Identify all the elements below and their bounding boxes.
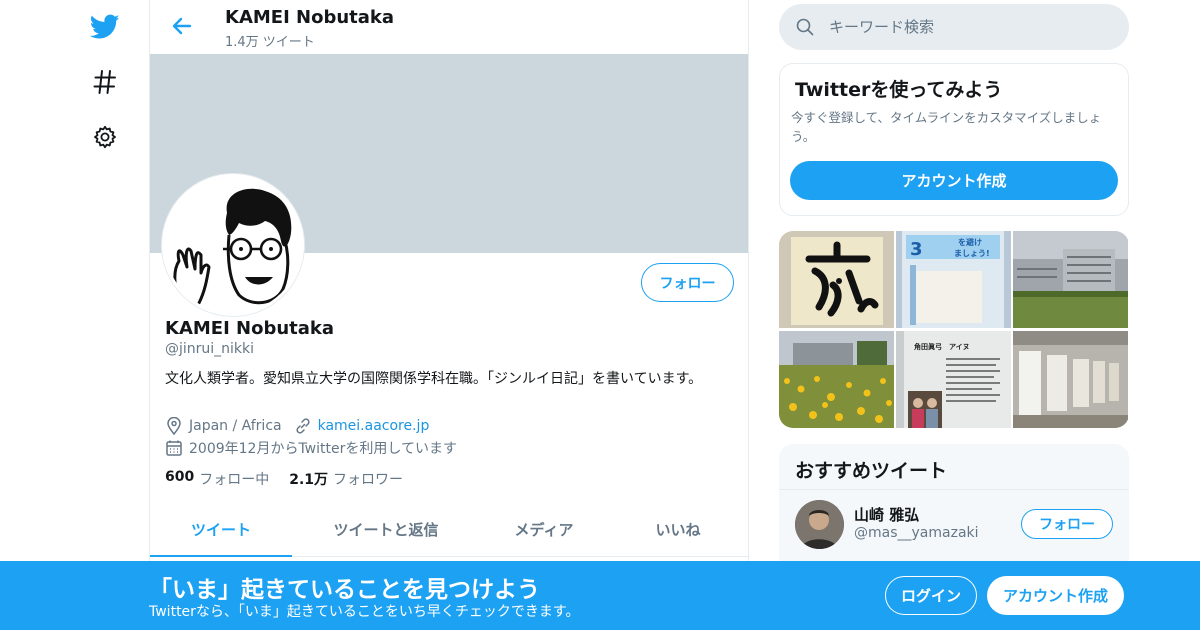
gear-icon[interactable] — [88, 120, 122, 154]
following-label[interactable]: フォロー中 — [199, 469, 269, 489]
hashtag-icon[interactable] — [88, 65, 122, 99]
left-nav — [0, 0, 150, 630]
profile-handle: @jinrui_nikki — [165, 341, 255, 357]
media-gallery: 3 を避け ましょう! 角田眞弓 アイヌ — [779, 231, 1129, 428]
create-account-button[interactable]: アカウント作成 — [790, 161, 1118, 200]
profile-joined-row: 2009年12月からTwitterを利用しています — [165, 438, 457, 458]
search-icon — [795, 17, 815, 37]
back-arrow-icon[interactable] — [168, 12, 196, 40]
sign-line-1: を避け — [958, 237, 982, 247]
profile-header: KAMEI Nobutaka 1.4万 ツイート — [150, 0, 748, 54]
profile-location: Japan / Africa — [189, 418, 282, 434]
poster-title: 角田眞弓 アイヌ — [914, 342, 970, 351]
profile-bio: 文化人類学者。愛知県立大学の国際関係学科在職。「ジンルイ日記」を書いています。 — [165, 371, 703, 387]
header-profile-name: KAMEI Nobutaka — [225, 7, 395, 28]
recommended-user-avatar[interactable] — [795, 500, 844, 549]
bottom-bar-subtitle: Twitterなら、「いま」起きていることをいち早くチェックできます。 — [149, 604, 580, 620]
tab-likes[interactable]: いいね — [608, 503, 748, 556]
media-thumbnail[interactable]: 3 を避け ましょう! — [896, 231, 1011, 328]
recommended-tweets-card: おすすめツイート 山崎 雅弘 @mas__yamazaki フォロー — [779, 444, 1129, 574]
calendar-icon — [165, 439, 183, 457]
signup-button[interactable]: アカウント作成 — [987, 576, 1124, 615]
location-pin-icon — [165, 417, 183, 435]
tab-tweets-and-replies[interactable]: ツイートと返信 — [292, 503, 480, 556]
profile-website-link[interactable]: kamei.aacore.jp — [318, 418, 430, 434]
tab-tweets[interactable]: ツイート — [150, 503, 292, 557]
sign-number: 3 — [910, 239, 923, 260]
media-thumbnail[interactable] — [779, 231, 894, 328]
profile-avatar[interactable] — [162, 174, 304, 316]
sign-line-2: ましょう! — [954, 249, 990, 258]
recommended-follow-button[interactable]: フォロー — [1021, 509, 1113, 539]
signup-card-description: 今すぐ登録して、タイムラインをカスタマイズしましょう。 — [791, 110, 1102, 144]
search-input[interactable] — [829, 18, 1109, 36]
login-button[interactable]: ログイン — [885, 576, 977, 615]
signup-card: Twitterを使ってみよう 今すぐ登録して、タイムラインをカスタマイズしましょ… — [779, 63, 1129, 216]
bottom-signup-bar: 「いま」起きていることを見つけよう Twitterなら、「いま」起きていることを… — [0, 561, 1200, 630]
follow-button[interactable]: フォロー — [641, 263, 734, 302]
recommended-title: おすすめツイート — [795, 460, 948, 482]
link-icon — [294, 417, 312, 435]
media-thumbnail[interactable] — [1013, 331, 1128, 428]
recommended-user-handle: @mas__yamazaki — [854, 525, 979, 541]
header-tweet-count: 1.4万 ツイート — [225, 35, 315, 50]
following-count[interactable]: 600 — [165, 469, 194, 489]
profile-stats: 600 フォロー中 2.1万 フォロワー — [165, 469, 423, 489]
signup-card-title: Twitterを使ってみよう — [795, 79, 1003, 101]
profile-location-row: Japan / Africa kamei.aacore.jp — [165, 417, 429, 435]
profile-tabs: ツイート ツイートと返信 メディア いいね — [150, 503, 748, 557]
search-bar[interactable] — [779, 4, 1129, 50]
divider — [779, 489, 1129, 490]
profile-name: KAMEI Nobutaka — [165, 318, 335, 339]
media-thumbnail[interactable]: 角田眞弓 アイヌ — [896, 331, 1011, 428]
profile-joined-date: 2009年12月からTwitterを利用しています — [189, 441, 457, 457]
media-thumbnail[interactable] — [779, 331, 894, 428]
tab-media[interactable]: メディア — [480, 503, 608, 556]
twitter-logo-icon[interactable] — [88, 10, 122, 44]
followers-count[interactable]: 2.1万 — [289, 469, 328, 489]
profile-column: KAMEI Nobutaka 1.4万 ツイート フォロー KAMEI Nobu… — [149, 0, 749, 630]
followers-label[interactable]: フォロワー — [333, 469, 403, 489]
recommended-user-name: 山崎 雅弘 — [854, 506, 920, 524]
bottom-bar-title: 「いま」起きていることを見つけよう — [149, 577, 540, 603]
media-thumbnail[interactable] — [1013, 231, 1128, 328]
